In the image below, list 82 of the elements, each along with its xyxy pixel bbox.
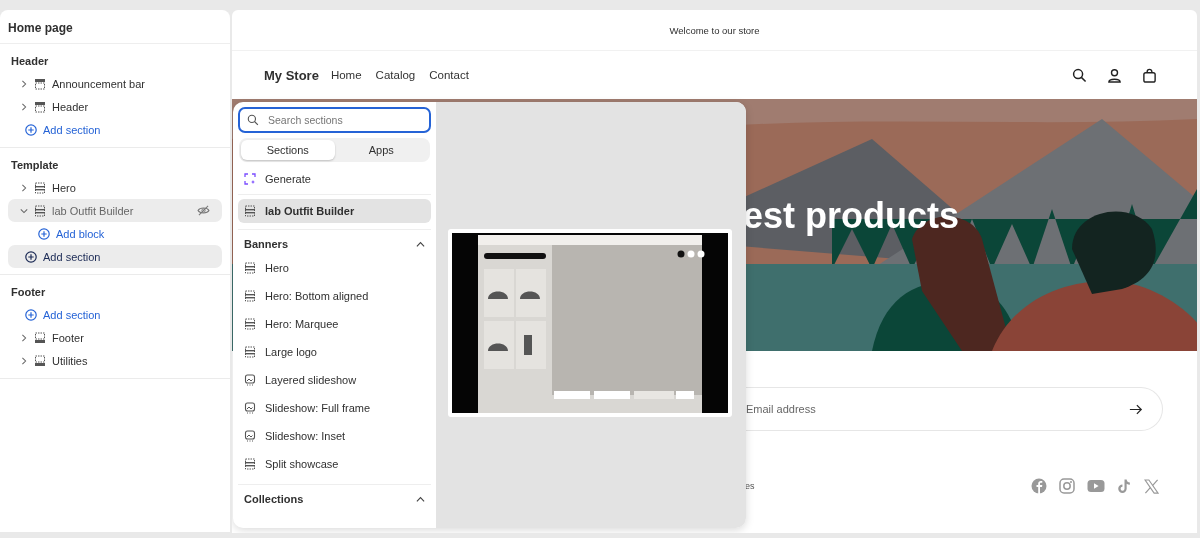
panel-title: Home page: [0, 10, 230, 44]
category-title: Collections: [244, 493, 304, 505]
plus-circle-icon: [25, 250, 37, 263]
add-section-link[interactable]: Add section: [8, 245, 222, 268]
section-option[interactable]: Hero: Marquee: [238, 310, 431, 338]
section-option[interactable]: Hero: Bottom aligned: [238, 282, 431, 310]
chevron-icon[interactable]: [20, 79, 28, 88]
add-section-link[interactable]: Add section: [8, 303, 222, 326]
slideshow-icon: [244, 430, 256, 442]
section-label: Footer: [52, 331, 85, 344]
section-option[interactable]: Slideshow: Inset: [238, 422, 431, 450]
section-icon: [244, 346, 256, 358]
tab[interactable]: Sections: [241, 140, 335, 160]
section-label: Header: [52, 100, 90, 113]
arrow-right-icon[interactable]: [1129, 403, 1143, 415]
category-header[interactable]: Banners: [238, 230, 431, 254]
section-option[interactable]: lab Outfit Builder: [238, 199, 431, 223]
add-block-link[interactable]: Add block: [8, 222, 222, 245]
chevron-icon[interactable]: [20, 356, 28, 365]
slideshow-icon: [244, 374, 256, 386]
section-icon: [34, 331, 46, 344]
plus-circle-icon: [38, 227, 50, 240]
section-icon: [244, 205, 256, 217]
section-icon: [34, 354, 46, 367]
section-icon: [34, 181, 46, 194]
section-icon: [244, 262, 256, 274]
tab[interactable]: Apps: [334, 140, 428, 160]
group-heading: Template: [10, 158, 60, 173]
social-media-icon[interactable]: [1117, 478, 1132, 494]
nav-link[interactable]: Catalog: [375, 69, 416, 81]
section-icon: [244, 318, 256, 330]
hidden-eye-icon[interactable]: [197, 205, 210, 216]
social-media-icon[interactable]: [1059, 478, 1075, 494]
section-item[interactable]: Announcement bar: [8, 72, 222, 95]
section-item[interactable]: Footer: [8, 326, 222, 349]
chevron-icon[interactable]: [20, 206, 28, 215]
account-icon[interactable]: [1107, 67, 1122, 83]
section-item[interactable]: Header: [8, 95, 222, 118]
chevron-icon[interactable]: [20, 183, 28, 192]
section-item[interactable]: Hero: [8, 176, 222, 199]
nav-link[interactable]: Home: [330, 69, 362, 81]
category-title: Banners: [244, 238, 289, 250]
section-label: Hero: [52, 181, 77, 194]
social-media-icon[interactable]: [1144, 478, 1159, 494]
chevron-icon[interactable]: [20, 102, 28, 111]
section-icon: [244, 458, 256, 470]
section-label: Utilities: [52, 354, 89, 367]
section-icon: [34, 100, 46, 113]
section-icon: [244, 290, 256, 302]
group-heading: Footer: [10, 285, 47, 300]
email-field[interactable]: Email address: [746, 386, 1163, 431]
category-header[interactable]: Collections: [238, 485, 431, 509]
slideshow-icon: [244, 402, 256, 414]
section-option[interactable]: Hero: [238, 254, 431, 282]
plus-circle-icon: [25, 308, 37, 321]
hero-heading: est products: [743, 195, 960, 237]
sparkle-frame-icon: [244, 173, 256, 185]
announcement-text: Welcome to our store: [669, 24, 760, 36]
section-option[interactable]: Large logo: [238, 338, 431, 366]
section-icon: [34, 77, 46, 90]
generate-item[interactable]: Generate: [238, 164, 431, 195]
nav-link[interactable]: Contact: [429, 69, 469, 81]
shopping-bag-icon[interactable]: [1142, 67, 1157, 83]
chevron-icon[interactable]: [20, 333, 28, 342]
group-heading: Header: [10, 54, 50, 69]
social-media-icon[interactable]: [1087, 479, 1105, 493]
section-label: Announcement bar: [52, 77, 146, 90]
social-media-icon[interactable]: [1031, 478, 1047, 494]
section-option[interactable]: Split showcase: [238, 450, 431, 478]
section-icon: [34, 204, 46, 217]
caret-icon[interactable]: [416, 239, 425, 249]
search-icon[interactable]: [1072, 67, 1087, 83]
section-label: lab Outfit Builder: [52, 204, 135, 217]
section-option[interactable]: Slideshow: Full frame: [238, 394, 431, 422]
section-item[interactable]: Utilities: [8, 349, 222, 372]
section-option[interactable]: Layered slideshow: [238, 366, 431, 394]
plus-circle-icon: [25, 123, 37, 136]
search-field[interactable]: Search sections: [238, 107, 431, 133]
section-item[interactable]: lab Outfit Builder: [8, 199, 222, 222]
add-section-link[interactable]: Add section: [8, 118, 222, 141]
store-logo[interactable]: My Store: [264, 67, 319, 83]
caret-icon[interactable]: [416, 494, 425, 504]
